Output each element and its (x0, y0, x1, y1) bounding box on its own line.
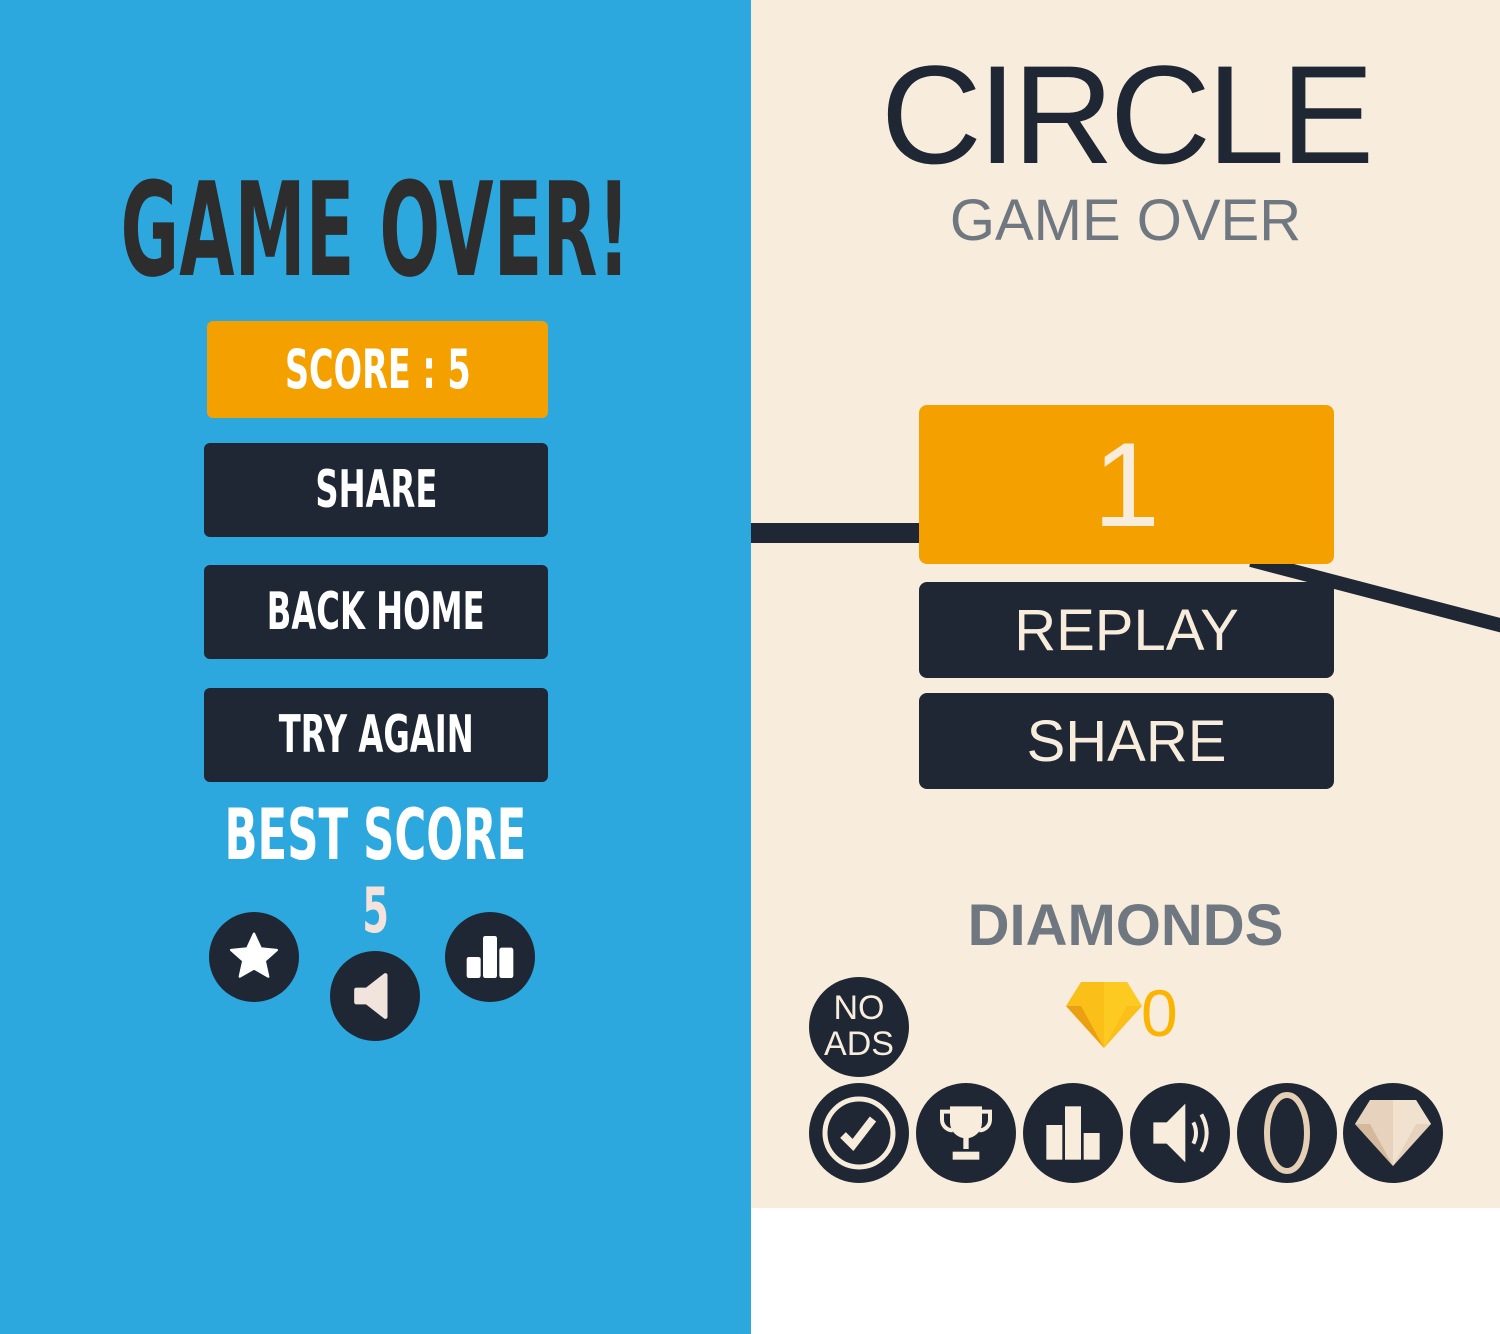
achievements-button[interactable] (916, 1083, 1016, 1183)
game-over-title: GAME OVER! (120, 154, 631, 306)
share-button[interactable]: SHARE (204, 443, 548, 537)
diamonds-label: DIAMONDS (967, 892, 1284, 958)
leaderboard-button[interactable] (445, 912, 535, 1002)
rate-button[interactable] (809, 1083, 909, 1183)
left-game-over-panel: GAME OVER! SCORE : 5 SHARE BACK HOME TRY… (0, 0, 751, 1334)
ring-icon (1264, 1092, 1310, 1174)
leaderboard-icon (1046, 1106, 1100, 1160)
gold-diamond-icon (1066, 982, 1142, 1048)
score-display: 1 (919, 405, 1334, 564)
sound-icon (354, 973, 388, 1019)
best-score-value: 5 (362, 873, 389, 947)
no-ads-text: ADS (824, 1025, 894, 1063)
diamond-shop-button[interactable] (1343, 1083, 1443, 1183)
try-again-button[interactable]: TRY AGAIN (204, 688, 548, 782)
sound-on-icon (1153, 1103, 1209, 1163)
sound-button[interactable] (330, 951, 420, 1041)
diamond-icon (1355, 1100, 1431, 1166)
rate-check-icon (822, 1096, 896, 1170)
ring-skin-button[interactable] (1237, 1083, 1337, 1183)
leaderboard-button[interactable] (1023, 1083, 1123, 1183)
star-button[interactable] (209, 912, 299, 1002)
best-score-label: BEST SCORE (224, 794, 527, 876)
replay-button[interactable]: REPLAY (919, 582, 1334, 678)
no-ads-text: NO (833, 989, 885, 1027)
star-icon (229, 932, 279, 978)
score-display: SCORE : 5 (207, 321, 548, 418)
share-button[interactable]: SHARE (919, 693, 1334, 789)
leaderboard-icon (466, 936, 514, 978)
right-game-over-panel: CIRCLE GAME OVER 1 REPLAY SHARE DIAMONDS… (751, 0, 1500, 1208)
back-home-button[interactable]: BACK HOME (204, 565, 548, 659)
diamonds-count: 0 (1141, 976, 1178, 1050)
circle-title: CIRCLE (880, 36, 1374, 193)
game-over-subtitle: GAME OVER (949, 187, 1302, 253)
no-ads-button[interactable]: NO ADS (809, 977, 909, 1077)
trophy-icon (940, 1106, 992, 1160)
sound-button[interactable] (1130, 1083, 1230, 1183)
